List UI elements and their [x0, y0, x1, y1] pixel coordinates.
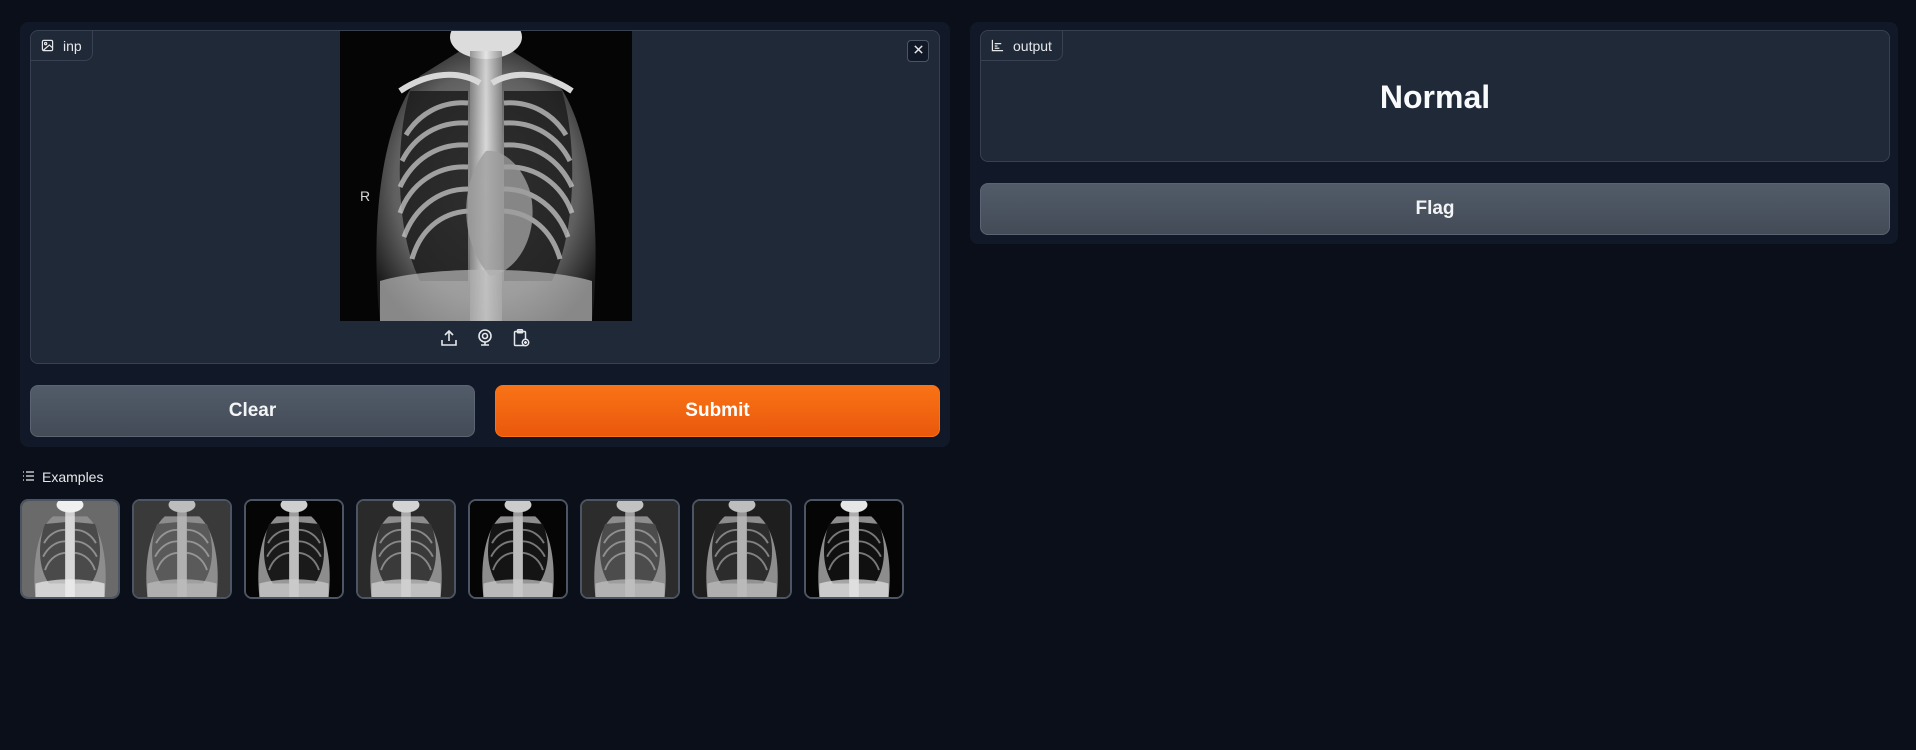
example-thumbnail[interactable]	[468, 499, 568, 599]
xray-image: R	[340, 31, 632, 321]
image-input[interactable]: R inp	[30, 30, 940, 364]
output-panel: output Normal Flag	[970, 22, 1898, 244]
example-thumbnail[interactable]	[132, 499, 232, 599]
input-panel: R inp Clear Submit	[20, 22, 950, 447]
example-thumbnail[interactable]	[692, 499, 792, 599]
chart-icon	[991, 39, 1004, 52]
output-value: Normal	[1379, 79, 1491, 115]
image-marker: R	[360, 188, 370, 204]
remove-image-button[interactable]	[907, 40, 929, 62]
output-label: output	[981, 31, 1063, 61]
input-label: inp	[31, 31, 93, 61]
examples-gallery	[20, 499, 904, 599]
flag-button[interactable]: Flag	[980, 183, 1890, 235]
list-icon	[22, 469, 35, 485]
input-label-text: inp	[63, 37, 82, 54]
examples-header: Examples	[22, 469, 103, 485]
example-thumbnail[interactable]	[356, 499, 456, 599]
example-thumbnail[interactable]	[20, 499, 120, 599]
example-thumbnail[interactable]	[804, 499, 904, 599]
output-box: output Normal	[980, 30, 1890, 162]
clear-button[interactable]: Clear	[30, 385, 475, 437]
source-toolbar	[31, 327, 939, 351]
submit-button[interactable]: Submit	[495, 385, 940, 437]
upload-icon[interactable]	[438, 327, 460, 349]
clipboard-icon[interactable]	[510, 327, 532, 349]
example-thumbnail[interactable]	[580, 499, 680, 599]
close-icon	[913, 42, 924, 60]
webcam-icon[interactable]	[474, 327, 496, 349]
output-label-text: output	[1013, 37, 1052, 54]
image-icon	[41, 39, 54, 52]
examples-label: Examples	[42, 469, 104, 485]
example-thumbnail[interactable]	[244, 499, 344, 599]
